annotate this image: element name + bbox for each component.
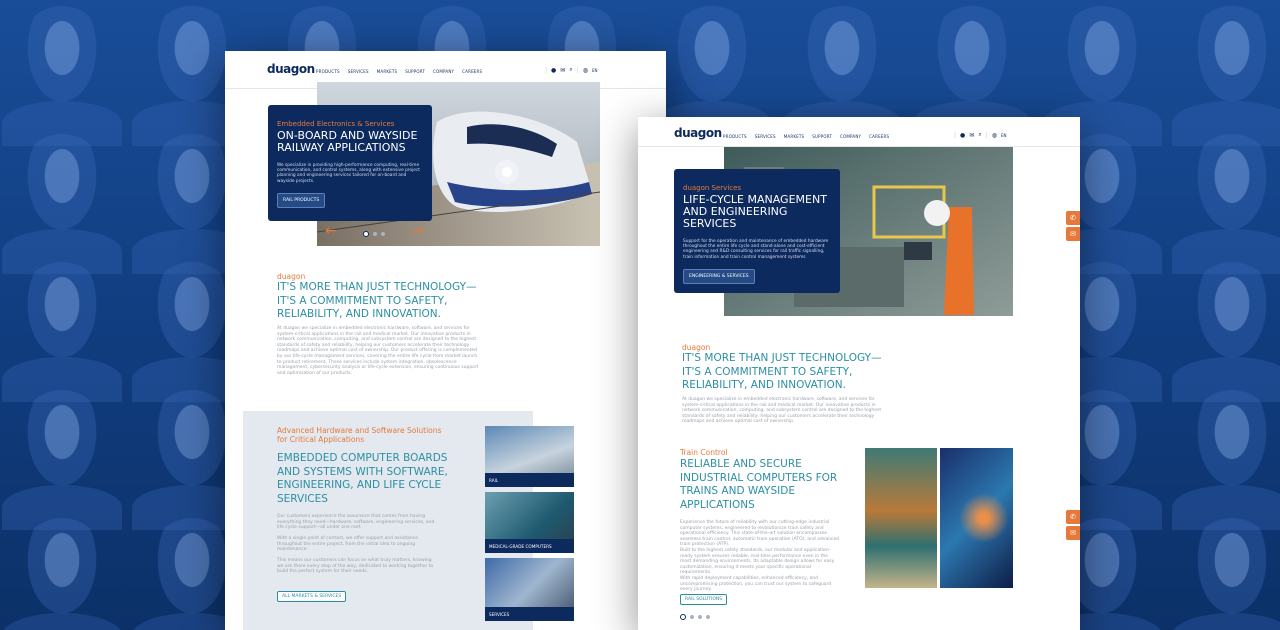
menu-markets[interactable]: MARKETS bbox=[377, 69, 398, 74]
carousel-dot-2-3[interactable] bbox=[698, 615, 702, 619]
language-label[interactable]: EN bbox=[592, 68, 598, 73]
background-portrait bbox=[1172, 134, 1280, 274]
background-portrait bbox=[1172, 390, 1280, 530]
globe-icon[interactable]: ◍ bbox=[583, 67, 588, 74]
tile-services[interactable]: SERVICES bbox=[485, 558, 574, 621]
background-portrait bbox=[1172, 6, 1280, 146]
menu-careers-2[interactable]: CAREERS bbox=[869, 134, 889, 139]
duagon-logo[interactable]: duagon bbox=[267, 62, 315, 76]
intro-kicker: duagon bbox=[277, 272, 306, 281]
menu-support-2[interactable]: SUPPORT bbox=[812, 134, 832, 139]
background-portrait bbox=[652, 6, 772, 146]
background-portrait bbox=[2, 262, 122, 402]
tile-services-label: SERVICES bbox=[485, 607, 574, 621]
user-icon[interactable]: ● bbox=[551, 67, 556, 74]
main-menu-2: PRODUCTS SERVICES MARKETS SUPPORT COMPAN… bbox=[723, 134, 897, 139]
train-kicker: Train Control bbox=[680, 448, 728, 457]
menu-services-2[interactable]: SERVICES bbox=[755, 134, 776, 139]
hero-heading-2: LIFE-CYCLE MANAGEMENT AND ENGINEERING SE… bbox=[683, 193, 827, 230]
menu-markets-2[interactable]: MARKETS bbox=[784, 134, 805, 139]
utility-icons-2: | ● ✉ ⌕ | ◍ EN bbox=[954, 131, 1007, 139]
menu-products[interactable]: PRODUCTS bbox=[316, 69, 340, 74]
menu-careers[interactable]: CAREERS bbox=[462, 69, 482, 74]
engineering-services-button[interactable]: ENGINEERING & SERVICES bbox=[683, 268, 755, 284]
language-label-2[interactable]: EN bbox=[1001, 133, 1007, 138]
hero-heading: ON-BOARD AND WAYSIDE RAILWAY APPLICATION… bbox=[277, 129, 418, 154]
phone-icon[interactable]: ✆ bbox=[1066, 211, 1080, 225]
rail-products-button[interactable]: RAIL PRODUCTS bbox=[277, 192, 326, 208]
background-portrait bbox=[2, 134, 122, 274]
menu-company-2[interactable]: COMPANY bbox=[840, 134, 861, 139]
intro-text-2: At duagon we specialize in embedded elec… bbox=[682, 397, 882, 425]
menu-products-2[interactable]: PRODUCTS bbox=[723, 134, 747, 139]
carousel-dot-2[interactable] bbox=[373, 232, 377, 236]
carousel-next-icon[interactable]: → bbox=[412, 223, 424, 239]
hero-kicker: Embedded Electronics & Services bbox=[277, 120, 395, 128]
solutions-text-1: Our customers experience the assurance t… bbox=[277, 514, 435, 531]
hero-text: We specialize in providing high-performa… bbox=[277, 163, 420, 184]
carousel-dot-2-1[interactable] bbox=[680, 614, 686, 620]
menu-company[interactable]: COMPANY bbox=[433, 69, 454, 74]
train-text-3: With rapid deployment capabilities, enha… bbox=[680, 576, 832, 593]
tile-medical[interactable]: MEDICAL-GRADE COMPUTERS bbox=[485, 492, 574, 553]
tile-rail[interactable]: RAIL bbox=[485, 426, 574, 487]
intro-heading: IT'S MORE THAN JUST TECHNOLOGY—IT'S A CO… bbox=[277, 281, 477, 320]
mail-icon-2[interactable]: ✉ bbox=[969, 132, 974, 139]
website-mockup-services: duagon PRODUCTS SERVICES MARKETS SUPPORT… bbox=[638, 117, 1080, 630]
all-markets-services-button[interactable]: ALL MARKETS & SERVICES bbox=[277, 591, 347, 602]
hero-text-2: Support for the operation and maintenanc… bbox=[683, 239, 829, 260]
mail-side-icon[interactable]: ✉ bbox=[1066, 227, 1080, 241]
background-portrait bbox=[2, 390, 122, 530]
main-menu: PRODUCTS SERVICES MARKETS SUPPORT COMPAN… bbox=[316, 69, 490, 74]
globe-icon-2[interactable]: ◍ bbox=[992, 132, 997, 139]
menu-support[interactable]: SUPPORT bbox=[405, 69, 425, 74]
train-text-2: Built to the highest safety standards, o… bbox=[680, 548, 835, 576]
background-portrait bbox=[2, 518, 122, 630]
train-door-image bbox=[865, 448, 937, 588]
background-portrait bbox=[1042, 6, 1162, 146]
carousel-dot-3[interactable] bbox=[381, 232, 385, 236]
solutions-text-3: This means our customers can focus on wh… bbox=[277, 558, 434, 575]
intro-text: At duagon we specialize in embedded elec… bbox=[277, 326, 479, 376]
carousel-dots-2 bbox=[680, 614, 714, 620]
train-text-1: Experience the future of reliability wit… bbox=[680, 520, 840, 548]
background-portrait bbox=[912, 6, 1032, 146]
mail-side-icon-2[interactable]: ✉ bbox=[1066, 526, 1080, 540]
carousel-dot-1[interactable] bbox=[363, 231, 369, 237]
top-navigation-2: duagon PRODUCTS SERVICES MARKETS SUPPORT… bbox=[638, 117, 1080, 147]
mail-icon[interactable]: ✉ bbox=[560, 67, 565, 74]
menu-services[interactable]: SERVICES bbox=[348, 69, 369, 74]
duagon-logo-2[interactable]: duagon bbox=[674, 126, 722, 140]
carousel-dot-2-2[interactable] bbox=[690, 615, 694, 619]
user-icon-2[interactable]: ● bbox=[960, 132, 965, 139]
background-portrait bbox=[1172, 262, 1280, 402]
search-icon-2[interactable]: ⌕ bbox=[978, 131, 981, 139]
solutions-text-2: With a single point of contact, we offer… bbox=[277, 536, 419, 553]
carousel-prev-icon[interactable]: ← bbox=[325, 223, 337, 239]
background-portrait bbox=[782, 6, 902, 146]
intro-heading-2: IT'S MORE THAN JUST TECHNOLOGY—IT'S A CO… bbox=[682, 352, 882, 391]
solutions-kicker: Advanced Hardware and Software Solutions… bbox=[277, 426, 442, 444]
carousel-dot-2-4[interactable] bbox=[706, 615, 710, 619]
rail-solutions-button[interactable]: RAIL SOLUTIONS bbox=[680, 594, 728, 605]
tile-rail-label: RAIL bbox=[485, 473, 574, 487]
search-icon[interactable]: ⌕ bbox=[569, 66, 572, 74]
background-portrait bbox=[1172, 518, 1280, 630]
hero-card: Embedded Electronics & Services ON-BOARD… bbox=[268, 105, 432, 221]
intro-kicker-2: duagon bbox=[682, 343, 711, 352]
background-portrait bbox=[2, 6, 122, 146]
website-mockup-home: duagon PRODUCTS SERVICES MARKETS SUPPORT… bbox=[225, 51, 666, 630]
train-heading: RELIABLE AND SECURE INDUSTRIAL COMPUTERS… bbox=[680, 458, 838, 511]
hero-kicker-2: duagon Services bbox=[683, 184, 742, 192]
solutions-heading: EMBEDDED COMPUTER BOARDS AND SYSTEMS WIT… bbox=[277, 452, 448, 505]
phone-icon-2[interactable]: ✆ bbox=[1066, 510, 1080, 524]
circuit-board-image bbox=[940, 448, 1013, 588]
tile-medical-label: MEDICAL-GRADE COMPUTERS bbox=[485, 539, 574, 553]
utility-icons: | ● ✉ ⌕ | ◍ EN bbox=[545, 66, 598, 74]
hero-card-2: duagon Services LIFE-CYCLE MANAGEMENT AN… bbox=[674, 169, 840, 293]
carousel-dots bbox=[363, 231, 389, 237]
